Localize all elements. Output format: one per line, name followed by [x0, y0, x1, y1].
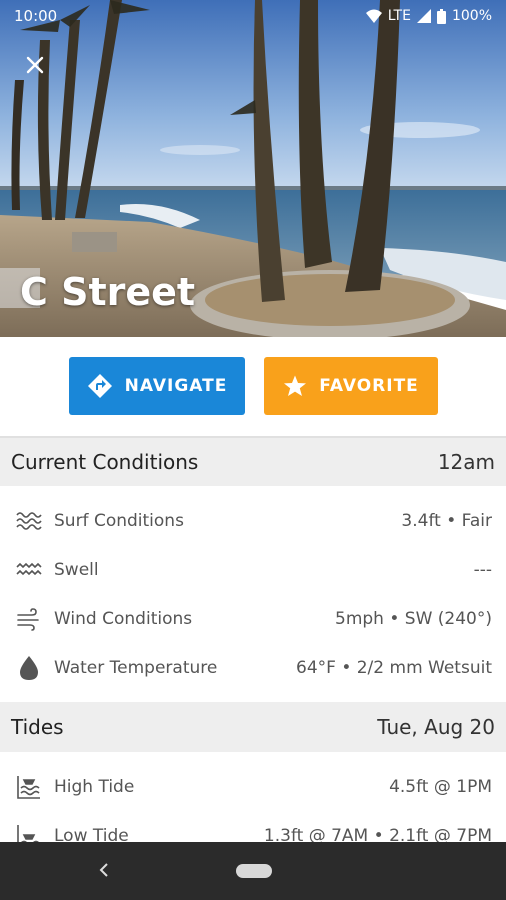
section-title: Current Conditions [11, 450, 199, 474]
current-conditions-header: Current Conditions 12am [0, 436, 506, 486]
row-value: 64°F • 2/2 mm Wetsuit [296, 657, 492, 678]
navigate-label: NAVIGATE [124, 376, 228, 396]
status-bar: 10:00 LTE 100% [0, 0, 506, 32]
spot-title: C Street [20, 270, 196, 314]
section-title: Tides [11, 715, 64, 739]
favorite-button[interactable]: FAVORITE [264, 357, 438, 415]
battery-icon [436, 8, 446, 24]
tides-date: Tue, Aug 20 [377, 715, 495, 739]
condition-row-wind[interactable]: Wind Conditions 5mph • SW (240°) [0, 594, 506, 643]
action-buttons: NAVIGATE FAVORITE [0, 357, 506, 415]
tide-row-high[interactable]: High Tide 4.5ft @ 1PM [0, 762, 506, 811]
row-value: 4.5ft @ 1PM [389, 776, 492, 797]
home-button[interactable] [236, 864, 272, 878]
network-label: LTE [387, 8, 411, 24]
directions-icon [87, 374, 112, 398]
row-value: --- [473, 559, 492, 580]
close-icon [26, 56, 44, 74]
row-label: Swell [54, 559, 99, 580]
back-button[interactable] [92, 858, 116, 882]
hero-image: 10:00 LTE 100% C Street [0, 0, 506, 337]
condition-row-surf[interactable]: Surf Conditions 3.4ft • Fair [0, 496, 506, 545]
wind-icon [16, 606, 42, 632]
high-tide-icon [16, 774, 42, 800]
row-label: High Tide [54, 776, 135, 797]
wifi-icon [365, 9, 382, 23]
waves-icon [16, 508, 42, 534]
water-drop-icon [16, 655, 42, 681]
condition-row-water-temp[interactable]: Water Temperature 64°F • 2/2 mm Wetsuit [0, 643, 506, 692]
condition-row-swell[interactable]: Swell --- [0, 545, 506, 594]
close-button[interactable] [20, 50, 50, 80]
navigate-button[interactable]: NAVIGATE [69, 357, 245, 415]
row-label: Wind Conditions [54, 608, 193, 629]
row-value: 3.4ft • Fair [401, 510, 492, 531]
row-label: Surf Conditions [54, 510, 184, 531]
row-value: 5mph • SW (240°) [335, 608, 492, 629]
conditions-time: 12am [437, 450, 495, 474]
tides-header: Tides Tue, Aug 20 [0, 702, 506, 752]
system-nav-bar [0, 842, 506, 900]
status-time: 10:00 [14, 7, 58, 25]
star-icon [284, 375, 307, 396]
favorite-label: FAVORITE [319, 376, 419, 396]
back-icon [99, 863, 108, 877]
signal-icon [416, 9, 431, 23]
battery-label: 100% [451, 8, 492, 24]
swell-icon [16, 557, 42, 583]
row-label: Water Temperature [54, 657, 218, 678]
